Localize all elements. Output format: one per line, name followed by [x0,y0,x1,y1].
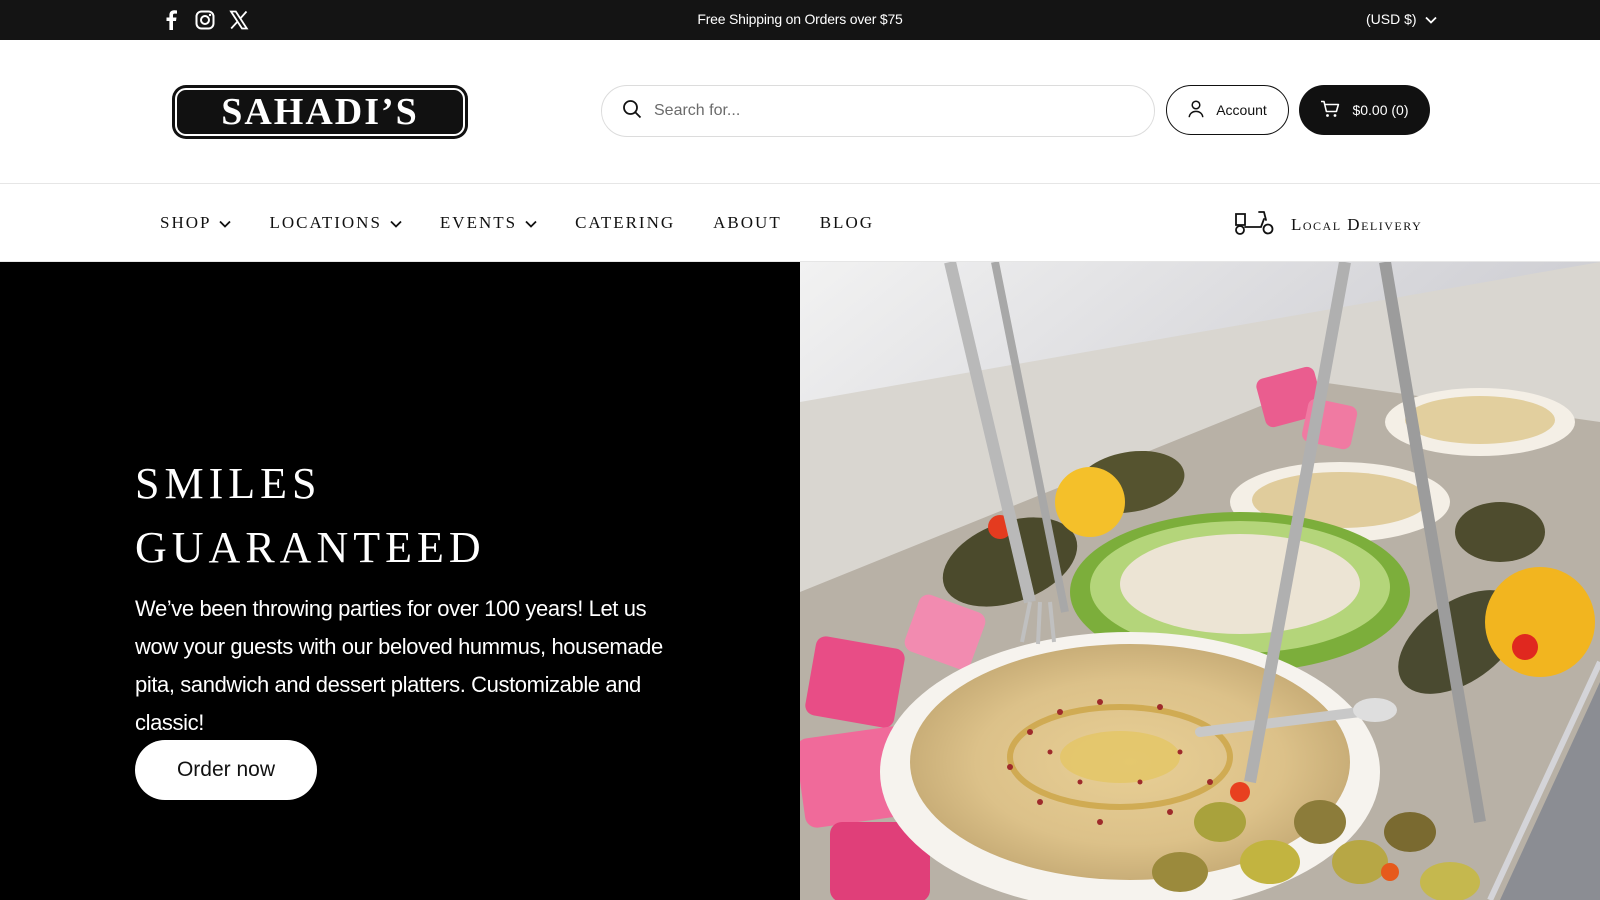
search-icon [622,99,642,124]
nav-item-about[interactable]: ABOUT [713,213,782,233]
user-icon [1188,99,1204,121]
cart-button[interactable]: $0.00 (0) [1299,85,1430,135]
main-nav: SHOP LOCATIONS EVENTS CATERING ABOUT BLO… [0,185,1600,262]
account-label: Account [1216,102,1267,118]
order-now-button[interactable]: Order now [135,740,317,800]
hero-title: SMILES GUARANTEED [135,452,486,580]
logo-frame: SAHADI’S [175,88,465,136]
local-delivery-link[interactable]: Local Delivery [1233,207,1422,242]
nav-item-label: BLOG [819,213,874,232]
nav-item-events[interactable]: EVENTS [440,213,537,233]
currency-selector[interactable]: (USD $) [1366,11,1437,27]
nav-item-label: LOCATIONS [269,213,382,232]
nav-item-label: SHOP [160,213,212,232]
logo-text: SAHADI’S [221,91,419,133]
nav-item-locations[interactable]: LOCATIONS [269,213,402,233]
chevron-down-icon [1424,11,1437,27]
nav-item-label: ABOUT [713,213,782,232]
site-header: SAHADI’S Account $0.00 (0) [0,40,1600,184]
nav-item-blog[interactable]: BLOG [820,213,874,233]
chevron-down-icon [390,213,402,233]
nav-item-label: CATERING [575,213,676,232]
chevron-down-icon [525,213,537,233]
search-input[interactable] [654,102,1114,120]
hero-description: We’ve been throwing parties for over 100… [135,596,663,735]
scooter-icon [1233,207,1275,242]
account-button[interactable]: Account [1166,85,1289,135]
nav-list: SHOP LOCATIONS EVENTS CATERING ABOUT BLO… [160,213,912,233]
chevron-down-icon [219,213,232,233]
nav-item-label: EVENTS [439,213,518,232]
nav-item-shop[interactable]: SHOP [160,213,232,233]
announcement-text: Free Shipping on Orders over $75 [697,11,903,27]
announcement-bar: Free Shipping on Orders over $75 (USD $) [0,0,1600,40]
hero-panel: SMILES GUARANTEED We’ve been throwing pa… [0,262,800,900]
cart-icon [1320,100,1340,121]
hero-image-catering-platter [800,262,1600,900]
search-bar[interactable] [601,85,1155,137]
logo[interactable]: SAHADI’S [172,85,468,139]
nav-item-catering[interactable]: CATERING [575,213,675,233]
hero-title-line: GUARANTEED [135,523,486,572]
currency-label: (USD $) [1366,11,1417,27]
local-delivery-label: Local Delivery [1291,214,1423,234]
cart-total: $0.00 (0) [1352,102,1409,118]
hero-title-line: SMILES [135,459,322,508]
